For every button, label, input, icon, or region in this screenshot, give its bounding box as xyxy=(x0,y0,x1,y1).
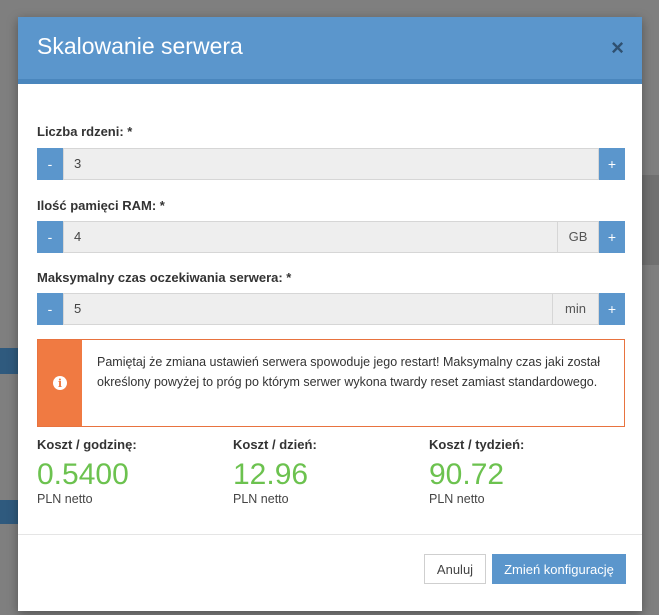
wait-time-increment-button[interactable]: + xyxy=(599,293,625,325)
change-configuration-button[interactable]: Zmień konfigurację xyxy=(492,554,626,584)
cores-label: Liczba rdzeni: * xyxy=(37,124,133,139)
cost-weekly: Koszt / tydzień: 90.72 PLN netto xyxy=(429,437,524,506)
wait-time-input[interactable]: 5 xyxy=(63,293,553,325)
wait-time-stepper: - 5 min + xyxy=(37,293,625,325)
restart-warning-alert: i Pamiętaj że zmiana ustawień serwera sp… xyxy=(37,339,625,427)
background-element xyxy=(0,348,18,374)
cost-hourly-unit: PLN netto xyxy=(37,492,93,506)
ram-input[interactable]: 4 xyxy=(63,221,558,253)
cores-stepper: - 3 + xyxy=(37,148,625,180)
background-element xyxy=(642,175,659,265)
cores-increment-button[interactable]: + xyxy=(599,148,625,180)
alert-message: Pamiętaj że zmiana ustawień serwera spow… xyxy=(97,355,600,389)
ram-unit: GB xyxy=(558,221,599,253)
cost-daily-unit: PLN netto xyxy=(233,492,289,506)
wait-time-label: Maksymalny czas oczekiwania serwera: * xyxy=(37,270,292,285)
cancel-button[interactable]: Anuluj xyxy=(424,554,486,584)
cost-weekly-value: 90.72 xyxy=(429,458,505,491)
ram-increment-button[interactable]: + xyxy=(599,221,625,253)
close-icon[interactable]: × xyxy=(611,37,624,59)
alert-icon-strip: i xyxy=(38,340,82,426)
cost-daily-value: 12.96 xyxy=(233,458,309,491)
cost-weekly-label: Koszt / tydzień: xyxy=(429,437,525,452)
wait-time-decrement-button[interactable]: - xyxy=(37,293,63,325)
scale-server-dialog: Skalowanie serwera × Liczba rdzeni: * - … xyxy=(18,17,642,611)
info-icon: i xyxy=(53,376,67,390)
ram-decrement-button[interactable]: - xyxy=(37,221,63,253)
dialog-title: Skalowanie serwera xyxy=(37,33,243,59)
cores-input[interactable]: 3 xyxy=(63,148,599,180)
cost-hourly: Koszt / godzinę: 0.5400 PLN netto xyxy=(37,437,137,506)
cost-hourly-value: 0.5400 xyxy=(37,458,129,491)
cost-weekly-unit: PLN netto xyxy=(429,492,485,506)
background-element xyxy=(0,500,18,524)
dialog-header: Skalowanie serwera × xyxy=(18,17,642,84)
cost-hourly-label: Koszt / godzinę: xyxy=(37,437,137,452)
ram-stepper: - 4 GB + xyxy=(37,221,625,253)
cost-daily-label: Koszt / dzień: xyxy=(233,437,317,452)
cores-decrement-button[interactable]: - xyxy=(37,148,63,180)
cost-daily: Koszt / dzień: 12.96 PLN netto xyxy=(233,437,317,506)
ram-label: Ilość pamięci RAM: * xyxy=(37,198,165,213)
dialog-footer: Anuluj Zmień konfigurację xyxy=(18,534,642,612)
wait-time-unit: min xyxy=(553,293,599,325)
